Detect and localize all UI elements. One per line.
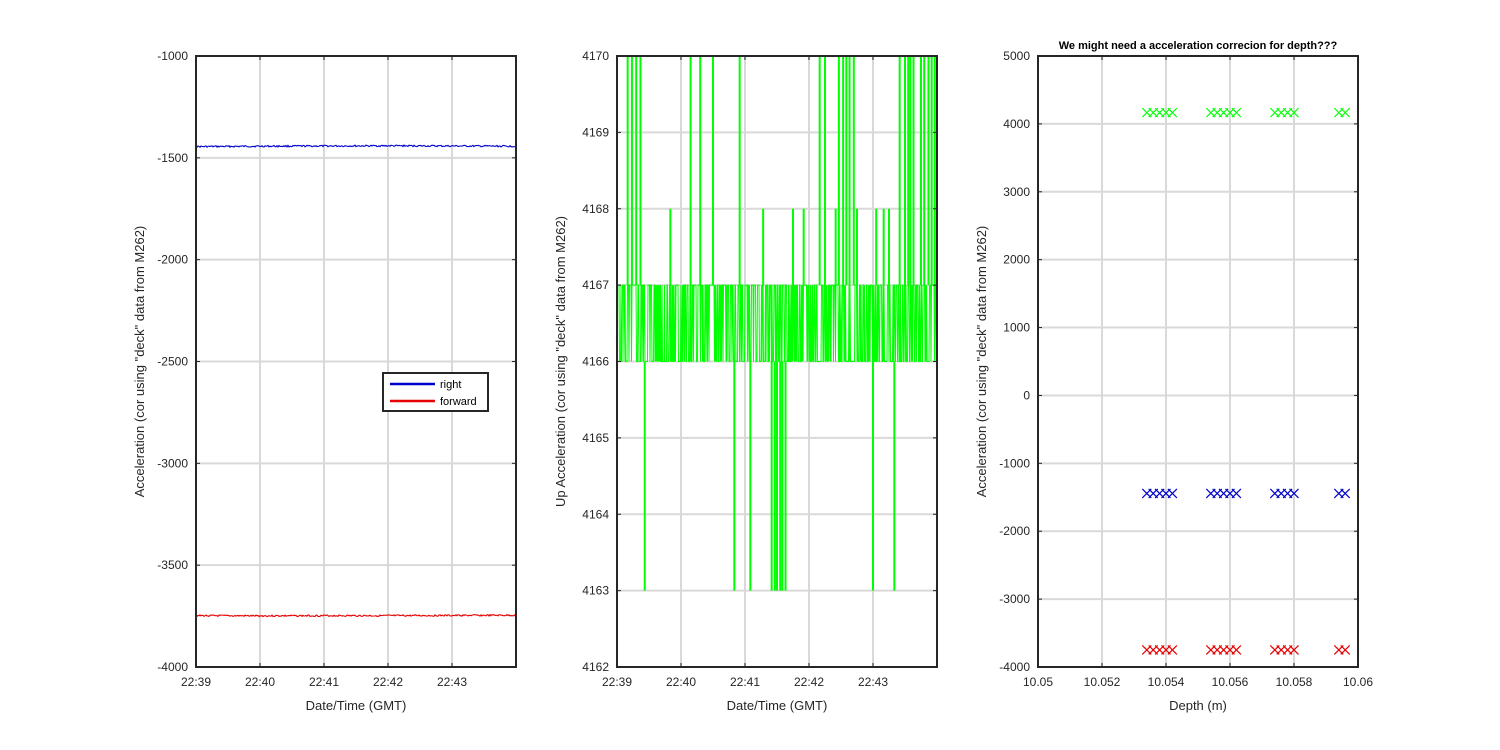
- y-tick-label: 4000: [1003, 117, 1030, 131]
- y-tick-label: 4168: [582, 202, 609, 216]
- y-axis-label: Acceleration (cor using "deck" data from…: [974, 226, 989, 498]
- y-tick-label: -1000: [999, 456, 1030, 470]
- x-tick-label: 22:40: [666, 675, 696, 689]
- y-tick-label: 3000: [1003, 185, 1030, 199]
- y-tick-label: 4165: [582, 431, 609, 445]
- y-tick-label: 4169: [582, 125, 609, 139]
- x-axis-label: Date/Time (GMT): [306, 698, 407, 713]
- legend-entry: forward: [440, 396, 477, 408]
- y-tick-label: -4000: [157, 660, 188, 674]
- x-tick-label: 10.058: [1276, 675, 1313, 689]
- x-tick-label: 22:40: [245, 675, 275, 689]
- chart-title: We might need a acceleration correcion f…: [1059, 40, 1338, 52]
- x-tick-label: 22:41: [730, 675, 760, 689]
- y-tick-label: 4164: [582, 507, 609, 521]
- x-tick-label: 10.052: [1084, 675, 1121, 689]
- x-tick-label: 22:41: [309, 675, 339, 689]
- figure: 22:39 22:40 22:41 22:42 22:43 -1000 -1500 -2000…: [0, 0, 1500, 750]
- y-tick-label: -4000: [999, 660, 1030, 674]
- y-tick-label: 4167: [582, 278, 609, 292]
- y-tick-label: 4163: [582, 584, 609, 598]
- y-tick-label: 2000: [1003, 253, 1030, 267]
- x-tick-label: 10.05: [1023, 675, 1053, 689]
- y-tick-label: 0: [1023, 388, 1030, 402]
- y-tick-label: 5000: [1003, 49, 1030, 63]
- x-tick-label: 22:39: [181, 675, 211, 689]
- x-axis-label: Depth (m): [1169, 698, 1227, 713]
- y-tick-label: -2000: [157, 253, 188, 267]
- x-tick-label: 10.06: [1343, 675, 1373, 689]
- y-tick-label: -3000: [157, 456, 188, 470]
- x-tick-label: 22:43: [437, 675, 467, 689]
- x-tick-label: 22:42: [794, 675, 824, 689]
- x-tick-label: 22:39: [602, 675, 632, 689]
- plot-area: [1038, 56, 1358, 667]
- y-tick-label: 4170: [582, 49, 609, 63]
- y-tick-label: -2500: [157, 355, 188, 369]
- y-tick-label: -2000: [999, 524, 1030, 538]
- x-tick-label: 22:42: [373, 675, 403, 689]
- x-tick-label: 10.054: [1148, 675, 1185, 689]
- y-tick-label: 4162: [582, 660, 609, 674]
- y-tick-label: -3000: [999, 592, 1030, 606]
- y-tick-label: -1500: [157, 151, 188, 165]
- y-tick-label: -1000: [157, 49, 188, 63]
- legend-entry: right: [440, 379, 461, 391]
- x-tick-label: 22:43: [858, 675, 888, 689]
- x-axis-label: Date/Time (GMT): [727, 698, 828, 713]
- y-axis-label: Acceleration (cor using "deck" data from…: [132, 226, 147, 498]
- y-tick-label: -3500: [157, 558, 188, 572]
- x-tick-label: 10.056: [1212, 675, 1249, 689]
- legend: right forward: [382, 372, 489, 412]
- up-acceleration-band: [616, 284, 938, 362]
- y-tick-label: 4166: [582, 355, 609, 369]
- y-axis-label: Up Acceleration (cor using "deck" data f…: [553, 216, 568, 507]
- y-tick-label: 1000: [1003, 321, 1030, 335]
